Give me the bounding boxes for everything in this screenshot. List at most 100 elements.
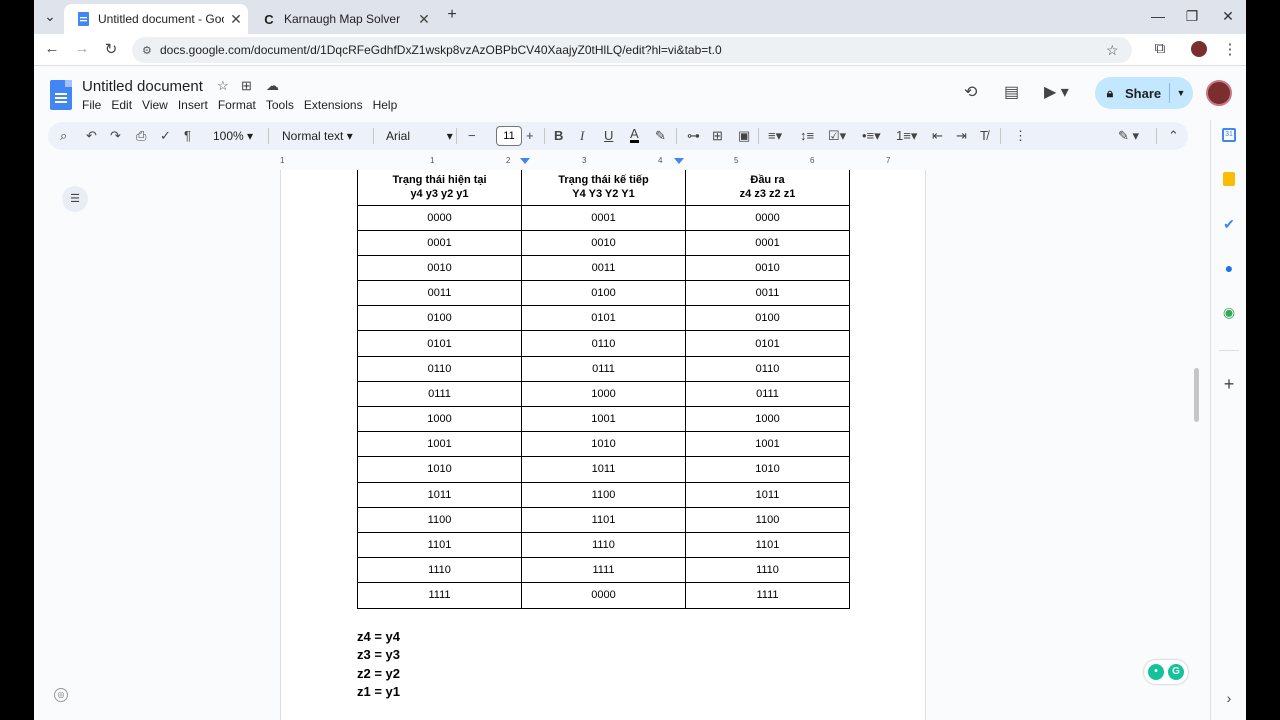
cell-next-state[interactable]: 1010 <box>521 431 686 458</box>
menu-edit[interactable]: Edit <box>111 98 132 112</box>
move-folder-icon[interactable]: ⊞ <box>241 78 252 94</box>
hide-menus-icon[interactable]: ⌃ <box>1168 128 1179 144</box>
highlight-icon[interactable]: ✎ <box>655 128 666 144</box>
increase-indent-icon[interactable]: ⇥ <box>956 128 967 144</box>
cell-next-state[interactable]: 0010 <box>521 229 686 256</box>
right-indent-marker-icon[interactable] <box>674 158 684 164</box>
cell-next-state[interactable]: 0111 <box>521 355 686 382</box>
meet-icon[interactable]: ▶ ▾ <box>1044 82 1069 102</box>
document-title[interactable]: Untitled document <box>82 78 203 95</box>
cell-output[interactable]: 0110 <box>685 355 850 382</box>
cell-next-state[interactable]: 0001 <box>521 204 686 231</box>
menu-format[interactable]: Format <box>218 98 256 112</box>
menu-tools[interactable]: Tools <box>266 98 294 112</box>
grammarly-icon[interactable]: G <box>1168 664 1184 680</box>
header-current-state[interactable]: Trạng thái hiện tại y4 y3 y2 y1 <box>357 170 522 206</box>
cell-output[interactable]: 1100 <box>685 506 850 533</box>
tab-docs[interactable]: Untitled document - Google Do ✕ <box>64 4 248 34</box>
cell-next-state[interactable]: 1011 <box>521 456 686 483</box>
show-side-panel-icon[interactable]: › <box>1218 690 1240 706</box>
cell-current-state[interactable]: 1001 <box>357 431 522 458</box>
tab-search-icon[interactable]: ⌄ <box>40 8 60 25</box>
cell-output[interactable]: 1110 <box>685 557 850 584</box>
docs-home-icon[interactable] <box>50 80 72 110</box>
cell-next-state[interactable]: 1000 <box>521 380 686 408</box>
cloud-status-icon[interactable]: ☁ <box>266 78 279 94</box>
maps-icon[interactable]: ◉ <box>1218 304 1240 321</box>
site-info-icon[interactable]: ⚙ <box>142 44 160 57</box>
cell-output[interactable]: 0001 <box>685 229 850 256</box>
new-tab-icon[interactable]: + <box>442 6 462 24</box>
cell-next-state[interactable]: 0110 <box>521 330 686 357</box>
grammarly-bulb-icon[interactable]: • <box>1148 664 1164 680</box>
cell-current-state[interactable]: 0101 <box>357 330 522 357</box>
increase-font-icon[interactable]: + <box>526 128 534 143</box>
editing-mode-icon[interactable]: ✎ ▾ <box>1118 128 1139 144</box>
font-size-field[interactable]: 11 <box>496 126 522 146</box>
cell-current-state[interactable]: 0100 <box>357 305 522 332</box>
cell-next-state[interactable]: 0011 <box>521 254 686 282</box>
text-color-icon[interactable]: A <box>630 127 639 143</box>
cell-output[interactable]: 0101 <box>685 330 850 357</box>
underline-icon[interactable]: U <box>604 128 613 143</box>
cell-output[interactable]: 1000 <box>685 405 850 433</box>
search-menus-icon[interactable]: ⌕ <box>60 128 67 144</box>
cell-current-state[interactable]: 0111 <box>357 380 522 408</box>
line-spacing-icon[interactable]: ↕≡ <box>800 128 814 143</box>
cell-output[interactable]: 1111 <box>685 582 850 609</box>
cell-current-state[interactable]: 1011 <box>357 481 522 508</box>
extensions-icon[interactable]: ⧉ <box>1150 40 1170 57</box>
equations-block[interactable]: z4 = y4 z3 = y3 z2 = y2 z1 = y1 <box>357 628 400 701</box>
comments-icon[interactable]: ▤ <box>1004 82 1019 102</box>
indent-marker-icon[interactable] <box>520 158 530 164</box>
menu-view[interactable]: View <box>142 98 168 112</box>
cell-output[interactable]: 0100 <box>685 305 850 332</box>
state-table[interactable]: Trạng thái hiện tại y4 y3 y2 y1 Trạng thá… <box>357 170 850 609</box>
cell-next-state[interactable]: 1001 <box>521 405 686 433</box>
cell-current-state[interactable]: 0110 <box>357 355 522 382</box>
header-output[interactable]: Đầu ra z4 z3 z2 z1 <box>685 170 850 206</box>
header-next-state[interactable]: Trạng thái kế tiếp Y4 Y3 Y2 Y1 <box>521 170 686 206</box>
close-tab-icon[interactable]: ✕ <box>224 11 248 28</box>
cell-next-state[interactable]: 1110 <box>521 531 686 559</box>
spellcheck-icon[interactable]: ✓ <box>160 128 171 144</box>
cell-current-state[interactable]: 1110 <box>357 557 522 584</box>
close-tab-icon[interactable]: ✕ <box>412 11 436 28</box>
cell-current-state[interactable]: 1101 <box>357 531 522 559</box>
cell-current-state[interactable]: 1100 <box>357 506 522 533</box>
paint-format-icon[interactable]: ¶ <box>184 128 191 143</box>
cell-output[interactable]: 1001 <box>685 431 850 458</box>
cell-next-state[interactable]: 0000 <box>521 582 686 609</box>
cell-current-state[interactable]: 0000 <box>357 204 522 231</box>
font-select[interactable]: Arial ▾ <box>386 129 453 143</box>
grammarly-widget[interactable]: • G <box>1144 660 1188 684</box>
cell-next-state[interactable]: 0101 <box>521 305 686 332</box>
cell-next-state[interactable]: 1101 <box>521 506 686 533</box>
decrease-font-icon[interactable]: − <box>468 128 476 143</box>
numbered-list-icon[interactable]: 1≡▾ <box>896 128 917 144</box>
zoom-select[interactable]: 100% ▾ <box>213 129 253 143</box>
align-icon[interactable]: ≡▾ <box>768 128 782 144</box>
menu-help[interactable]: Help <box>373 98 398 112</box>
undo-icon[interactable]: ↶ <box>86 128 97 144</box>
url-field[interactable]: ⚙ docs.google.com/document/d/1DqcRFeGdhf… <box>132 37 1132 63</box>
fingerprint-icon[interactable]: ◎ <box>54 688 68 702</box>
cell-current-state[interactable]: 0011 <box>357 280 522 307</box>
cell-next-state[interactable]: 1111 <box>521 557 686 584</box>
restore-icon[interactable]: ❐ <box>1182 8 1202 25</box>
document-outline-icon[interactable]: ☰ <box>62 186 88 212</box>
scrollbar-thumb[interactable] <box>1194 368 1199 422</box>
decrease-indent-icon[interactable]: ⇤ <box>932 128 943 144</box>
cell-output[interactable]: 1011 <box>685 481 850 508</box>
document-page[interactable]: Trạng thái hiện tại y4 y3 y2 y1 Trạng thá… <box>280 170 926 720</box>
tab-karnaugh[interactable]: C Karnaugh Map Solver ✕ <box>250 4 436 34</box>
cell-current-state[interactable]: 0001 <box>357 229 522 256</box>
bold-icon[interactable]: B <box>554 128 563 143</box>
more-options-icon[interactable]: ⋮ <box>1014 128 1027 144</box>
get-addons-icon[interactable]: + <box>1218 374 1240 395</box>
checklist-icon[interactable]: ☑▾ <box>828 128 846 144</box>
cell-output[interactable]: 1101 <box>685 531 850 559</box>
cell-output[interactable]: 1010 <box>685 456 850 483</box>
clear-formatting-icon[interactable]: T̸ <box>980 128 988 143</box>
close-window-icon[interactable]: ✕ <box>1218 8 1238 25</box>
